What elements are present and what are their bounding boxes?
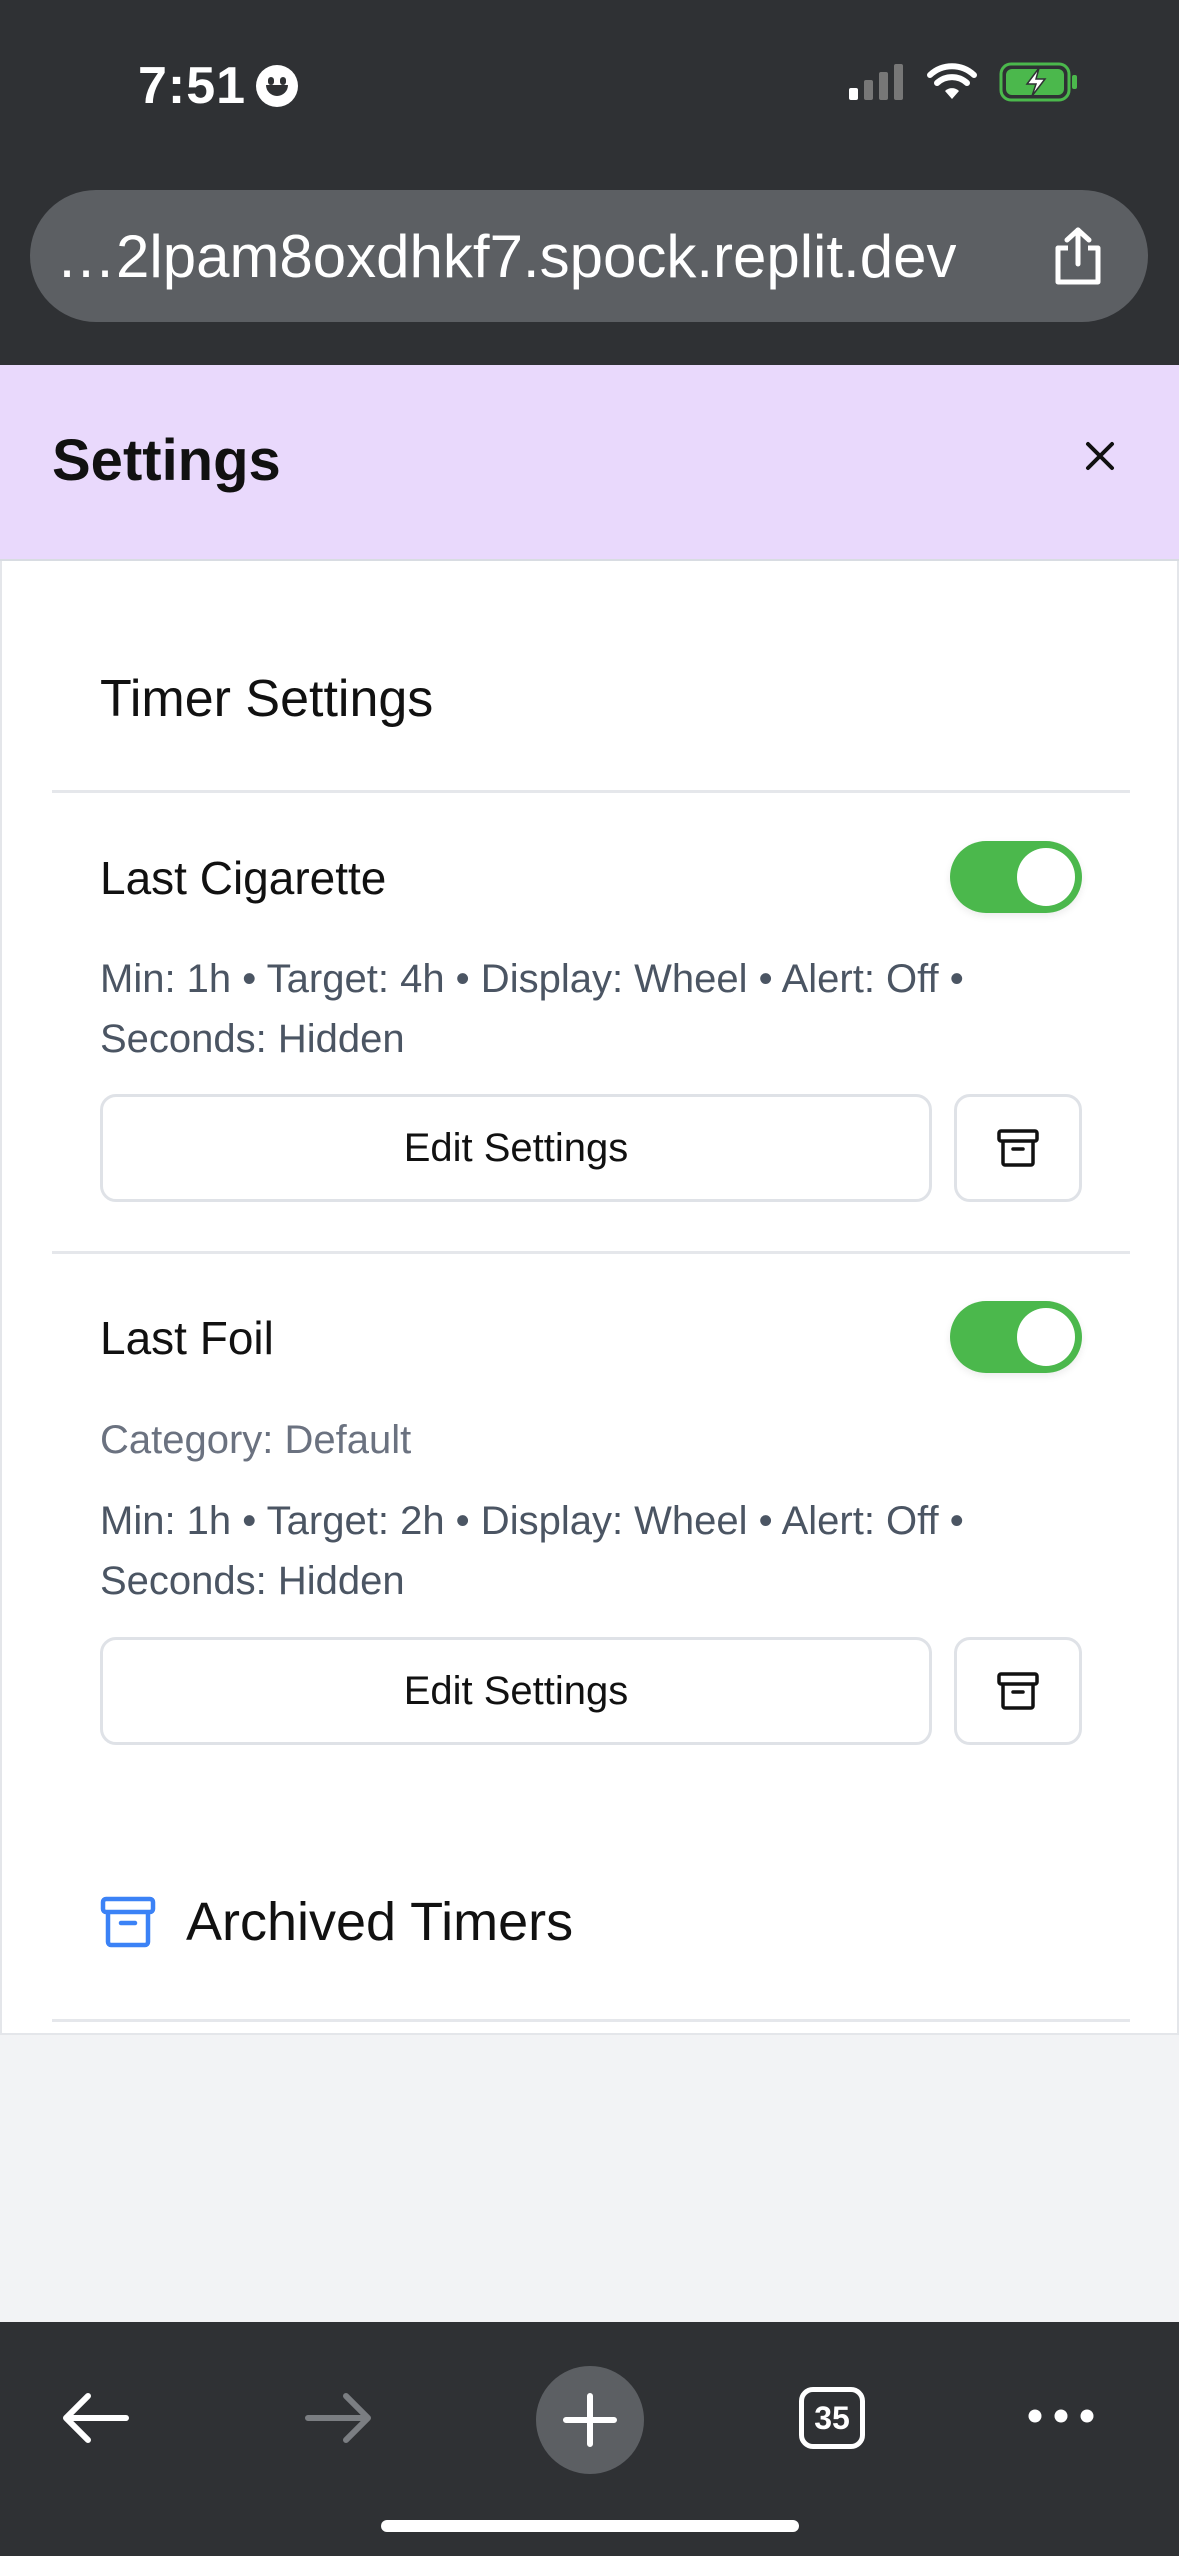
address-bar[interactable]: …2lpam8oxdhkf7.spock.replit.dev [30, 190, 1148, 322]
browser-top-chrome: 7:51 …2lpam8oxdhkf7.spock.replit.dev [0, 0, 1179, 365]
archived-timers-label: Archived Timers [186, 1892, 574, 1952]
section-title: Timer Settings [100, 670, 434, 728]
archived-timers-header[interactable]: Archived Timers [100, 1891, 573, 1953]
timer-details: Min: 1h • Target: 4h • Display: Wheel • … [100, 957, 964, 1061]
focus-smiley-icon [256, 65, 299, 107]
divider [52, 790, 1130, 793]
archive-timer-button[interactable] [954, 1637, 1082, 1745]
timer-details: Min: 1h • Target: 2h • Display: Wheel • … [100, 1499, 964, 1603]
divider [52, 1251, 1130, 1254]
forward-button[interactable] [304, 2388, 376, 2448]
timer-name: Last Foil [100, 1312, 274, 1364]
share-icon[interactable] [1052, 226, 1104, 286]
edit-settings-button[interactable]: Edit Settings [100, 1094, 932, 1202]
battery-charging-icon [999, 62, 1077, 102]
home-indicator [381, 2520, 799, 2532]
tabs-button[interactable]: 35 [799, 2387, 865, 2449]
close-icon[interactable] [1085, 441, 1115, 471]
timer-enabled-toggle[interactable] [950, 841, 1082, 913]
archive-timer-button[interactable] [954, 1094, 1082, 1202]
settings-header: Settings [0, 365, 1179, 561]
settings-panel: Timer Settings Last Cigarette Min: 1h • … [0, 561, 1179, 2035]
plus-icon[interactable] [562, 2392, 618, 2448]
divider [52, 2019, 1130, 2022]
back-button[interactable] [58, 2388, 130, 2448]
timer-enabled-toggle[interactable] [950, 1301, 1082, 1373]
more-menu-button[interactable] [1025, 2402, 1097, 2430]
new-tab-button[interactable] [536, 2366, 644, 2474]
status-icons [849, 62, 1079, 102]
tab-count[interactable]: 35 [799, 2387, 865, 2449]
url-text[interactable]: …2lpam8oxdhkf7.spock.replit.dev [56, 222, 956, 291]
forward-arrow-icon[interactable] [304, 2388, 376, 2448]
timer-name: Last Cigarette [100, 852, 387, 904]
wifi-icon [927, 63, 977, 99]
archive-icon[interactable] [997, 1128, 1039, 1168]
archive-icon [100, 1896, 156, 1948]
timer-category: Category: Default [100, 1418, 412, 1462]
cellular-signal-icon [849, 64, 903, 100]
close-button[interactable] [1071, 427, 1129, 485]
status-time: 7:51 [138, 56, 299, 116]
more-dots-icon[interactable] [1025, 2402, 1097, 2430]
back-arrow-icon[interactable] [58, 2388, 130, 2448]
page-title: Settings [52, 428, 281, 493]
archive-icon[interactable] [997, 1671, 1039, 1711]
edit-settings-button[interactable]: Edit Settings [100, 1637, 932, 1745]
